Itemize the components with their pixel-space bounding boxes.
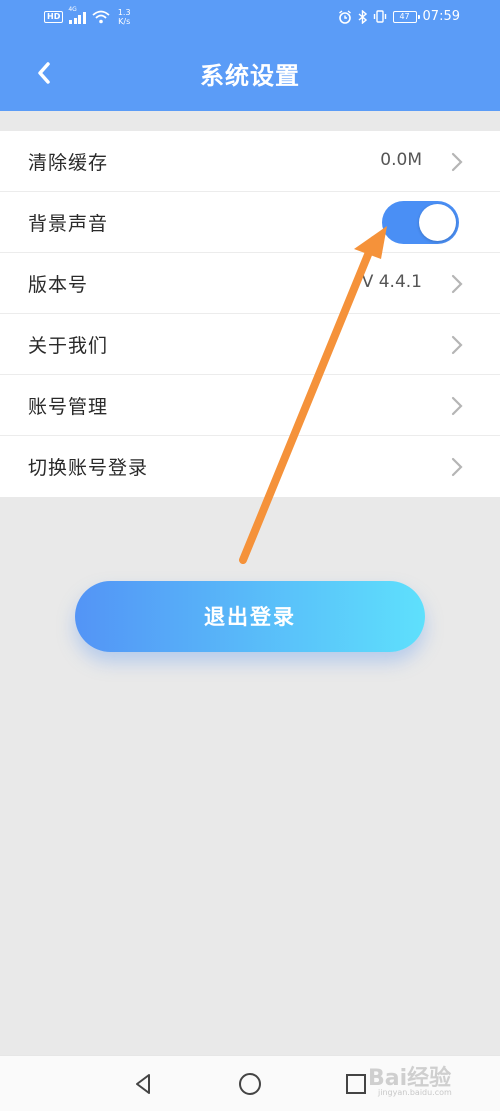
- speed-unit: K/s: [118, 17, 131, 26]
- toggle-knob: [419, 204, 456, 241]
- settings-row-label: 账号管理: [28, 396, 109, 418]
- settings-row-label: 清除缓存: [28, 152, 109, 174]
- wifi-icon: [92, 10, 110, 24]
- app-bar: 系统设置: [0, 36, 500, 111]
- vibrate-icon: [373, 10, 386, 23]
- watermark: Bai经验 jingyan.baidu.com: [368, 1056, 490, 1104]
- version-value: V 4.4.1: [361, 272, 422, 292]
- logout-button[interactable]: 退出登录: [75, 581, 425, 652]
- settings-row-clear-cache[interactable]: 清除缓存 0.0M: [0, 131, 500, 192]
- battery-icon: 47: [392, 10, 420, 23]
- hd-badge: HD: [44, 11, 64, 23]
- speed-value: 1.3: [117, 8, 131, 17]
- background-sound-toggle[interactable]: [382, 201, 459, 244]
- settings-row-label: 版本号: [28, 274, 89, 296]
- settings-row-label: 切换账号登录: [28, 457, 149, 479]
- chevron-right-icon: [451, 396, 463, 416]
- settings-row-label: 背景声音: [28, 213, 109, 235]
- settings-row-switch-account[interactable]: 切换账号登录: [0, 436, 500, 497]
- status-bar: HD 4G 1.3 K/s 47 07:59: [0, 0, 500, 36]
- settings-list: 清除缓存 0.0M 背景声音 版本号 V 4.4.1 关于我们 账号管理 切换账…: [0, 131, 500, 497]
- chevron-right-icon: [451, 335, 463, 355]
- page-title: 系统设置: [200, 61, 300, 90]
- cell-signal-icon: 4G: [68, 6, 86, 24]
- alarm-icon: [338, 9, 351, 24]
- chevron-right-icon: [451, 152, 463, 172]
- chevron-right-icon: [451, 457, 463, 477]
- status-bar-right: 47 07:59: [338, 9, 460, 24]
- bluetooth-icon: [358, 9, 367, 24]
- chevron-right-icon: [451, 274, 463, 294]
- settings-row-about-us[interactable]: 关于我们: [0, 314, 500, 375]
- home-circle-icon[interactable]: [236, 1070, 264, 1098]
- clock: 07:59: [422, 9, 460, 24]
- settings-row-account-management[interactable]: 账号管理: [0, 375, 500, 436]
- watermark-url: jingyan.baidu.com: [378, 1088, 452, 1097]
- back-triangle-icon[interactable]: [130, 1070, 158, 1098]
- settings-row-label: 关于我们: [28, 335, 109, 357]
- recents-square-icon[interactable]: [342, 1070, 370, 1098]
- settings-row-background-sound: 背景声音: [0, 192, 500, 253]
- network-speed: 1.3 K/s: [118, 8, 131, 26]
- network-type: 4G: [68, 5, 77, 13]
- status-bar-left: HD 4G 1.3 K/s: [44, 6, 131, 26]
- cache-size-value: 0.0M: [380, 150, 422, 170]
- settings-row-version[interactable]: 版本号 V 4.4.1: [0, 253, 500, 314]
